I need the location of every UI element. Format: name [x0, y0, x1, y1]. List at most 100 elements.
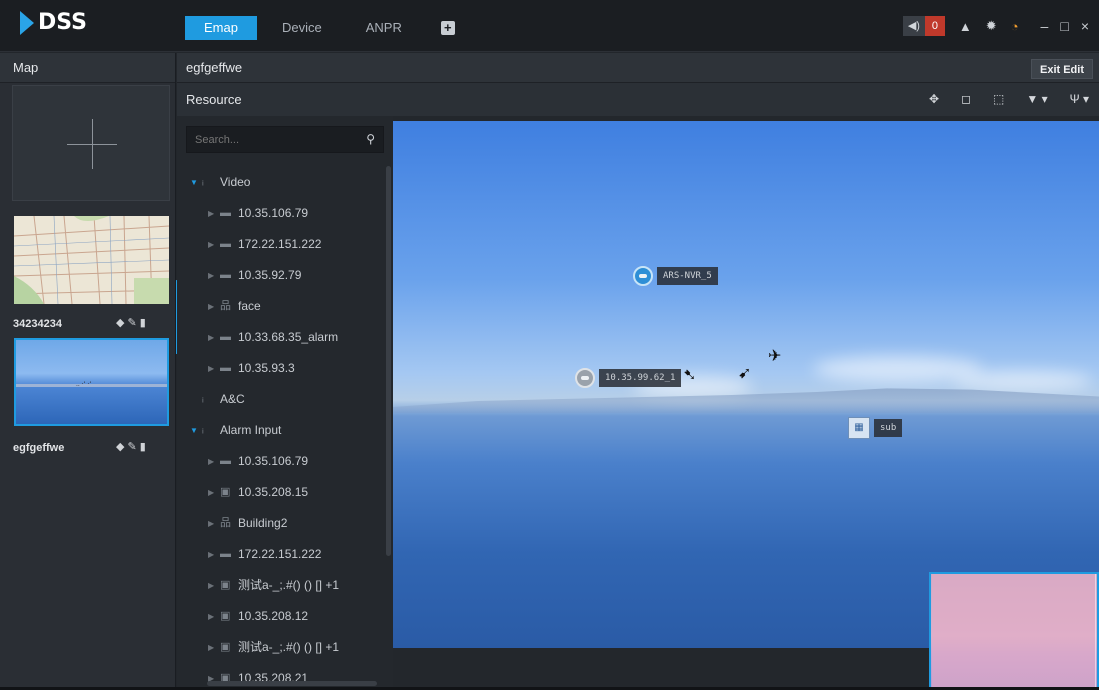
- edit-icon[interactable]: ✎: [127, 317, 139, 329]
- tree-item[interactable]: ▶ ▣ 10.35.208.15: [186, 477, 382, 508]
- current-map-name: egfgeffwe: [177, 53, 393, 83]
- device-marker-10-35-99-62[interactable]: 10.35.99.62_1: [575, 368, 682, 388]
- expanded-arrow-icon[interactable]: ▼: [190, 167, 202, 198]
- search-input[interactable]: [187, 127, 357, 152]
- canvas-footer: [393, 648, 929, 690]
- tag-icon[interactable]: ◆: [116, 317, 127, 329]
- tree-item[interactable]: ▶ ▬ 10.33.68.35_alarm: [186, 322, 382, 353]
- nvr-icon: ▬: [220, 455, 231, 467]
- delete-icon[interactable]: ▮: [140, 317, 149, 329]
- resource-panel: egfgeffwe Resource ⚲ ▼ᵢVideo▶▬10.35.106.…: [177, 53, 393, 690]
- map-editor: Exit Edit ✥ ◻ ⬚ ▼ ▾ Ψ ▾ ➷ ➹ ✈ ARS-NVR_5: [393, 53, 1099, 690]
- tag-icon[interactable]: ◆: [116, 441, 127, 453]
- tree-item[interactable]: ▶ ▬ 172.22.151.222: [186, 539, 382, 570]
- select-box-icon[interactable]: ◻: [961, 92, 971, 106]
- tab-emap[interactable]: Emap: [185, 16, 257, 40]
- resource-title: Resource: [177, 83, 393, 116]
- marker-label: sub: [874, 419, 903, 437]
- close-button[interactable]: ×: [1081, 18, 1089, 34]
- camera-pin-icon: [575, 368, 595, 388]
- gauge-icon[interactable]: ◔: [1011, 19, 1019, 34]
- collapsed-arrow-icon[interactable]: ▶: [208, 508, 220, 539]
- map-panel-title: Map: [0, 53, 175, 83]
- tree-group[interactable]: ᵢ A&C: [186, 384, 382, 415]
- tree-item[interactable]: ▶ ▬ 10.35.92.79: [186, 260, 382, 291]
- delete-icon[interactable]: ▮: [140, 441, 149, 453]
- collapsed-arrow-icon[interactable]: ▶: [208, 322, 220, 353]
- antenna-icon[interactable]: Ψ ▾: [1070, 92, 1089, 106]
- logo: DSS: [20, 10, 87, 35]
- collapsed-arrow-icon[interactable]: ▶: [208, 353, 220, 384]
- submap-marker-sub[interactable]: ▦ sub: [848, 417, 903, 439]
- user-icon[interactable]: ▲: [959, 19, 972, 34]
- filter-icon[interactable]: ▼ ▾: [1026, 92, 1047, 106]
- collapsed-arrow-icon[interactable]: ▶: [208, 260, 220, 291]
- gear-icon[interactable]: ✹: [986, 18, 997, 34]
- expanded-arrow-icon[interactable]: ▼: [190, 415, 202, 446]
- collapsed-arrow-icon[interactable]: ▶: [208, 477, 220, 508]
- collapsed-arrow-icon[interactable]: ▶: [208, 601, 220, 632]
- map-canvas[interactable]: ➷ ➹ ✈ ARS-NVR_5 10.35.99.62_1 ▦ sub: [393, 121, 1099, 648]
- cloud: [953, 371, 1093, 391]
- tree-label: 10.35.106.79: [238, 206, 309, 220]
- group-icon: ᵢ: [202, 424, 204, 436]
- resource-search: ⚲: [186, 126, 384, 153]
- tree-group[interactable]: ▼ ᵢ Alarm Input: [186, 415, 382, 446]
- tree-item[interactable]: ▶ 品 face: [186, 291, 382, 322]
- tree-label: 测试a-_;.#() () [] +1: [238, 640, 340, 654]
- tree-label: 10.35.92.79: [238, 268, 302, 282]
- tree-item[interactable]: ▶ ▬ 172.22.151.222: [186, 229, 382, 260]
- add-tab-icon[interactable]: +: [440, 21, 455, 35]
- nvr-icon: ▬: [220, 238, 231, 250]
- tree-item[interactable]: ▶ ▬ 10.35.106.79: [186, 198, 382, 229]
- select-icon[interactable]: ⬚: [993, 92, 1004, 106]
- tree-item[interactable]: ▶ ▣ 10.35.208.12: [186, 601, 382, 632]
- minimap[interactable]: [929, 572, 1099, 690]
- tab-anpr[interactable]: ANPR: [347, 16, 421, 40]
- speaker-icon[interactable]: ◀): [902, 16, 925, 36]
- exit-edit-button[interactable]: Exit Edit: [1030, 59, 1093, 79]
- edit-icon[interactable]: ✎: [127, 441, 139, 453]
- map-thumbnail-egfgeffwe[interactable]: .. ·’ ·’: [14, 338, 169, 426]
- tree-item[interactable]: ▶ 品 Building2: [186, 508, 382, 539]
- tree-label: 10.35.93.3: [238, 361, 295, 375]
- logo-text: DSS: [38, 10, 87, 35]
- main-tabs: Emap Device ANPR +: [185, 16, 455, 40]
- collapsed-arrow-icon[interactable]: ▶: [208, 446, 220, 477]
- group-icon: ᵢ: [202, 176, 204, 188]
- tree-label: 10.33.68.35_alarm: [238, 330, 339, 344]
- tree-label: Building2: [238, 516, 288, 530]
- nvr-icon: ▬: [220, 548, 231, 560]
- tree-label: A&C: [220, 392, 245, 406]
- device-marker-ars-nvr-5[interactable]: ARS-NVR_5: [633, 266, 718, 286]
- tree-label: face: [238, 299, 261, 313]
- minimap-viewport[interactable]: [932, 574, 1096, 688]
- maximize-button[interactable]: □: [1060, 18, 1068, 34]
- tree-item[interactable]: ▶ ▣ 测试a-_;.#() () [] +1: [186, 632, 382, 663]
- resource-tree: ▼ ᵢ Video ▶ ▬ 10.35.106.79 ▶ ▬ 172.22.151.222 ▶ ▬ 1…: [186, 167, 382, 690]
- alarm-indicator[interactable]: ◀) 0: [902, 16, 945, 36]
- tree-label: 测试a-_;.#() () [] +1: [238, 578, 340, 592]
- collapsed-arrow-icon[interactable]: ▶: [208, 291, 220, 322]
- tree-item[interactable]: ▶ ▣ 测试a-_;.#() () [] +1: [186, 570, 382, 601]
- map-thumbnail-34234234[interactable]: [14, 216, 169, 304]
- tree-item[interactable]: ▶ ▬ 10.35.93.3: [186, 353, 382, 384]
- horizontal-scrollbar[interactable]: [207, 681, 377, 686]
- minimize-button[interactable]: –: [1041, 18, 1049, 34]
- tree-item[interactable]: ▶ ▬ 10.35.106.79: [186, 446, 382, 477]
- add-map-button[interactable]: [12, 85, 170, 201]
- tree-group[interactable]: ▼ ᵢ Video: [186, 167, 382, 198]
- collapsed-arrow-icon[interactable]: ▶: [208, 198, 220, 229]
- marker-label: 10.35.99.62_1: [599, 369, 682, 387]
- org-icon: 品: [220, 300, 231, 312]
- collapsed-arrow-icon[interactable]: ▶: [208, 632, 220, 663]
- move-icon[interactable]: ✥: [929, 92, 939, 106]
- svg-text:.. ·’ ·’: .. ·’ ·’: [76, 381, 91, 388]
- submap-icon: ▦: [848, 417, 870, 439]
- tab-device[interactable]: Device: [263, 16, 341, 40]
- collapsed-arrow-icon[interactable]: ▶: [208, 570, 220, 601]
- collapsed-arrow-icon[interactable]: ▶: [208, 539, 220, 570]
- collapsed-arrow-icon[interactable]: ▶: [208, 229, 220, 260]
- vertical-scrollbar[interactable]: [386, 166, 391, 556]
- search-icon[interactable]: ⚲: [366, 132, 375, 146]
